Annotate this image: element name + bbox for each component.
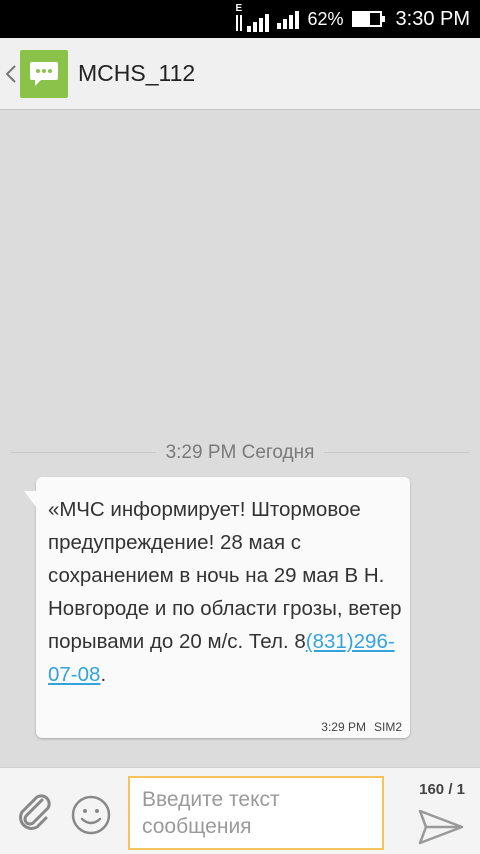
contact-name: MCHS_112 <box>78 60 196 86</box>
date-divider: 3:29 PM Сегодня <box>0 441 480 465</box>
battery-percent: 62% <box>307 8 344 29</box>
signal-bars-1-icon <box>247 12 270 32</box>
status-time: 3:30 PM <box>395 7 470 30</box>
message-meta: 3:29 PM SIM2 <box>321 720 402 734</box>
send-icon[interactable] <box>418 808 464 846</box>
date-divider-label: 3:29 PM Сегодня <box>155 442 325 464</box>
char-counter: 160 / 1 <box>419 781 465 798</box>
network-type-label: E <box>235 3 243 14</box>
chevron-left-icon[interactable] <box>4 38 18 110</box>
message-body-end: . <box>100 663 107 686</box>
battery-icon <box>351 11 385 27</box>
message-list[interactable]: 3:29 PM Сегодня «МЧС информирует! Штормо… <box>0 111 480 767</box>
message-sim: SIM2 <box>373 720 402 734</box>
compose-bar: 160 / 1 <box>0 767 480 854</box>
mobile-data-icon: E <box>235 3 270 32</box>
status-bar: E 62% 3:30 PM <box>0 0 480 38</box>
paperclip-icon[interactable] <box>12 788 56 832</box>
message-bubble-icon[interactable] <box>20 49 68 98</box>
data-arrows-icon <box>236 15 243 31</box>
message-time: 3:29 PM <box>321 720 366 734</box>
smiley-icon[interactable] <box>70 794 112 836</box>
incoming-message-bubble[interactable]: «МЧС информирует! Штормовое предупрежден… <box>24 477 410 738</box>
conversation-header[interactable]: MCHS_112 <box>0 38 480 110</box>
signal-bars-2-icon <box>277 9 300 29</box>
message-input[interactable] <box>128 776 384 850</box>
message-text: «МЧС информирует! Штормовое предупрежден… <box>48 493 404 691</box>
